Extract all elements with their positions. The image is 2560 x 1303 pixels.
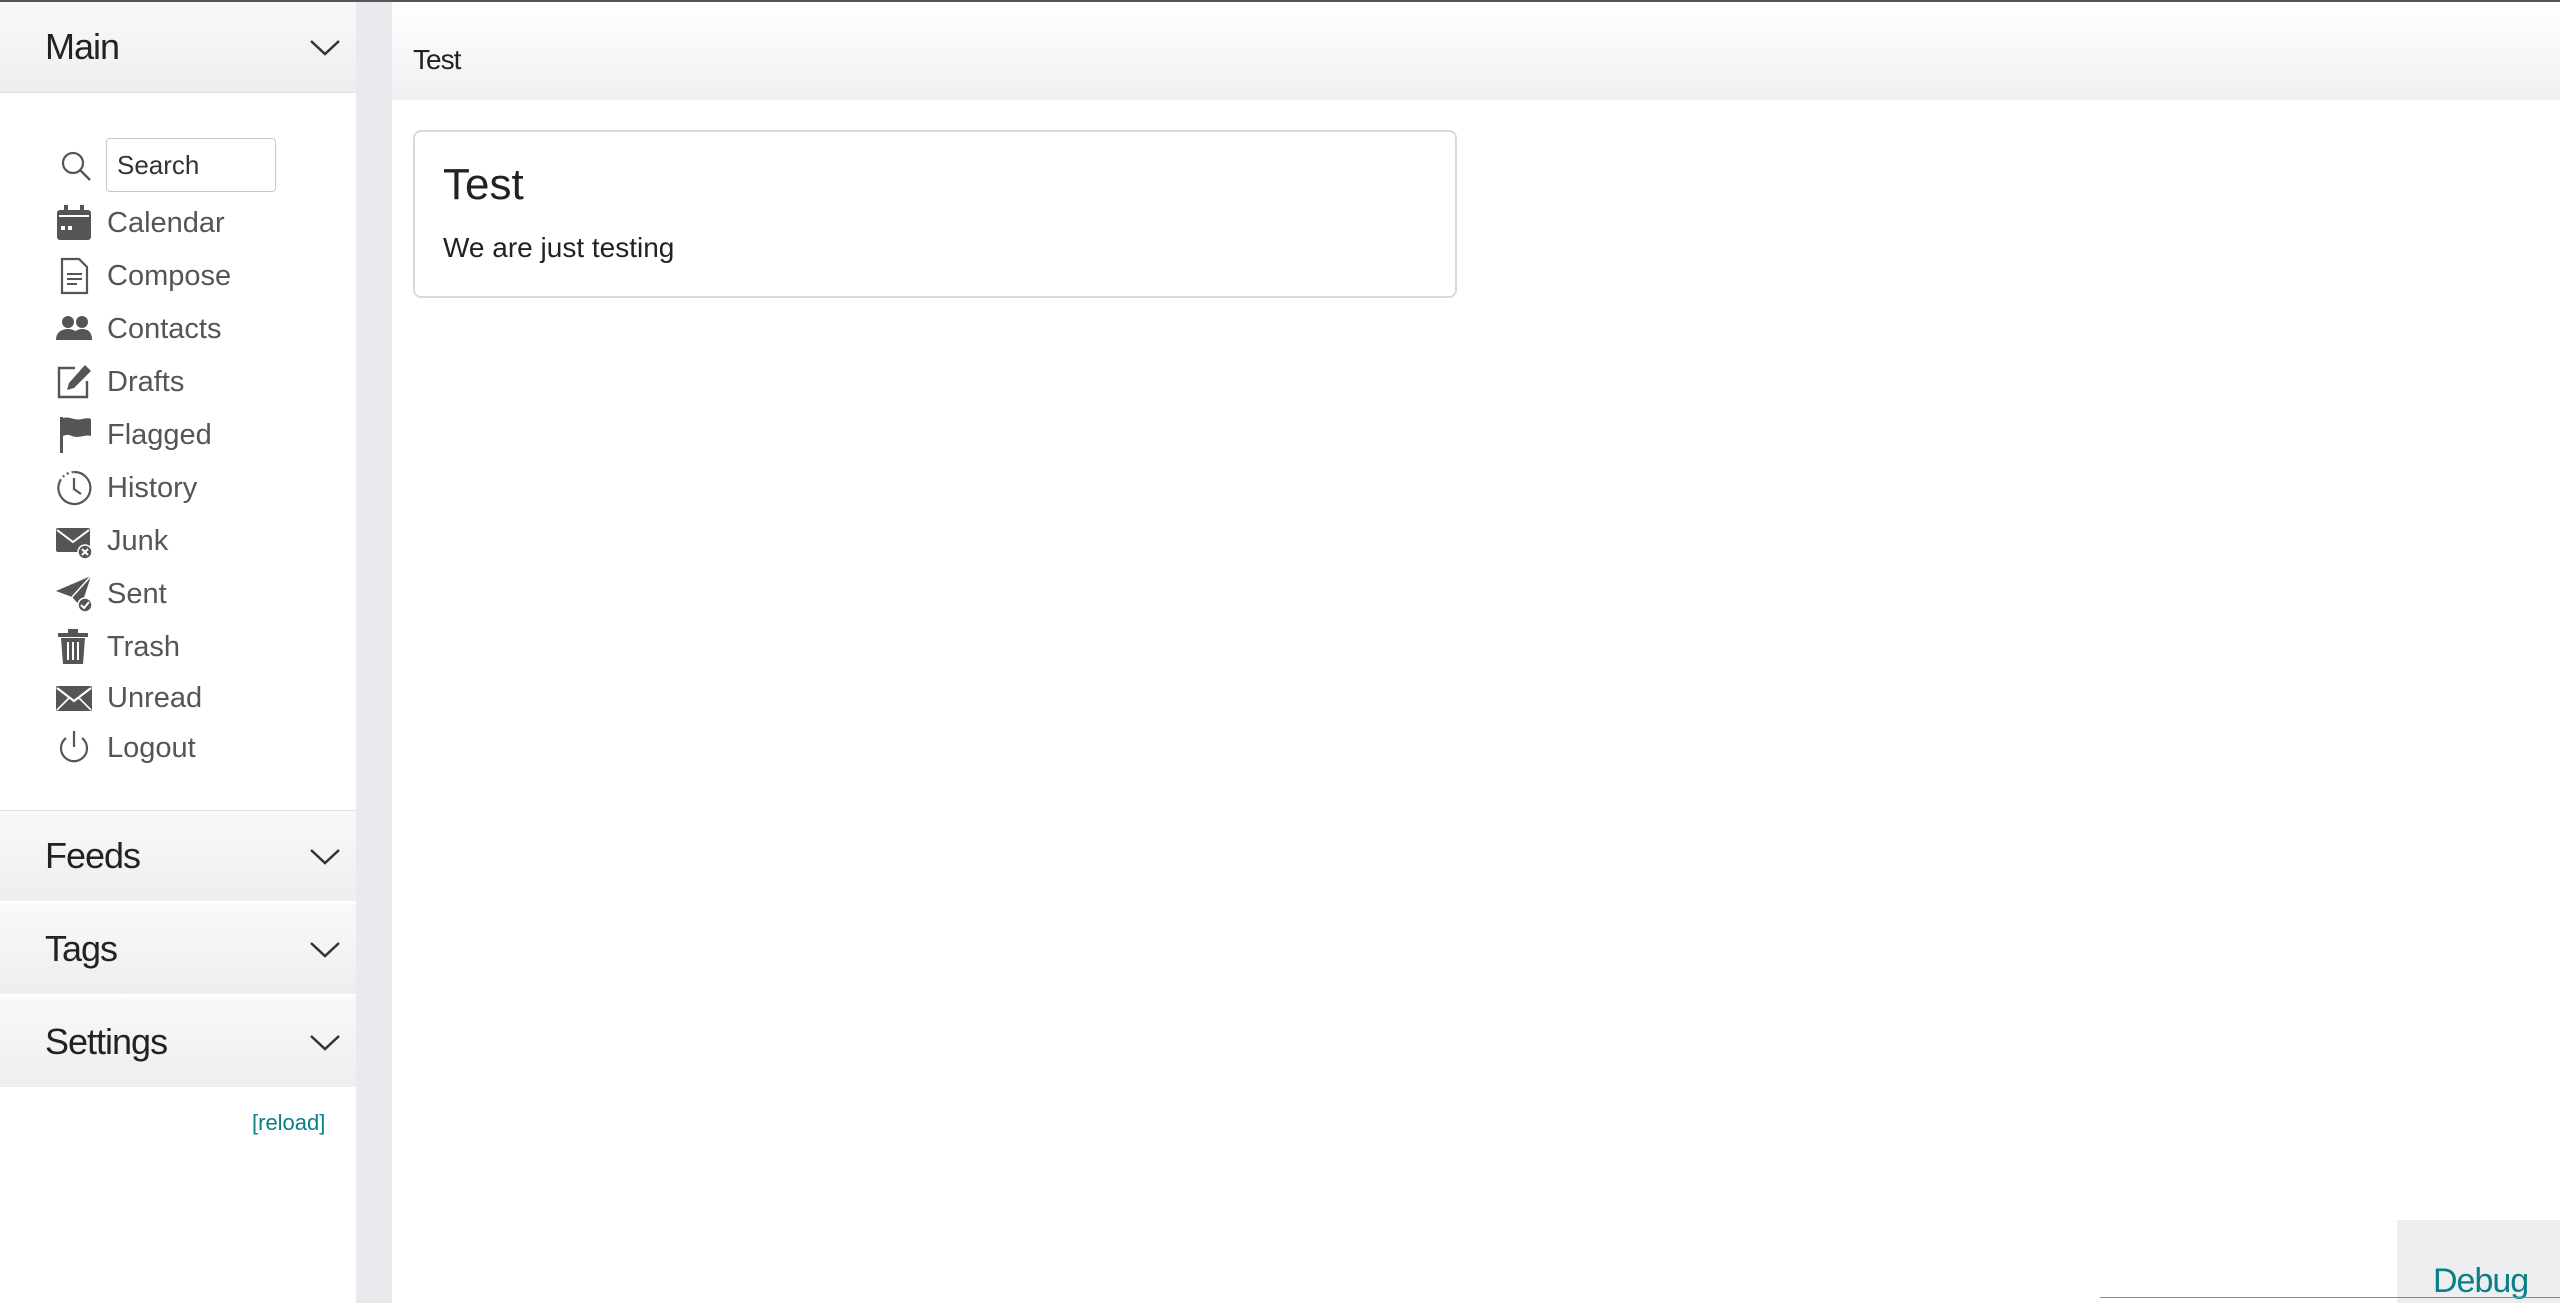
sidebar-item-sent[interactable]: Sent — [0, 569, 356, 621]
clock-icon — [57, 470, 92, 506]
envelope-icon — [56, 686, 92, 711]
sidebar-item-calendar[interactable]: Calendar — [0, 198, 356, 250]
sidebar-item-history[interactable]: History — [0, 463, 356, 515]
sidebar-item-flagged[interactable]: Flagged — [0, 410, 356, 462]
card-body: We are just testing — [443, 232, 675, 263]
envelope-x-icon — [56, 528, 93, 560]
sidebar-item-trash[interactable]: Trash — [0, 622, 356, 674]
debug-link[interactable]: Debug — [2433, 1262, 2529, 1301]
flag-icon — [60, 417, 91, 453]
sidebar-item-label: History — [107, 472, 198, 504]
sidebar-item-label: Calendar — [107, 207, 225, 239]
sidebar-item-compose[interactable]: Compose — [0, 251, 356, 303]
search-icon — [61, 151, 91, 181]
sidebar-item-label: Junk — [107, 525, 169, 557]
calendar-icon — [57, 205, 91, 240]
chevron-down-icon — [310, 1035, 340, 1051]
sidebar: Main Calendar Compos — [0, 2, 356, 1303]
section-title: Feeds — [45, 835, 141, 876]
card-title: Test — [443, 160, 524, 209]
sidebar-item-logout[interactable]: Logout — [0, 723, 356, 775]
sidebar-item-label: Flagged — [107, 419, 212, 451]
chevron-down-icon — [310, 942, 340, 958]
sidebar-item-drafts[interactable]: Drafts — [0, 357, 356, 409]
section-title: Tags — [45, 928, 118, 969]
search-input[interactable] — [106, 138, 276, 192]
power-icon — [59, 731, 89, 763]
sidebar-item-label: Unread — [107, 682, 203, 714]
section-header-settings[interactable]: Settings — [0, 997, 356, 1087]
content-header: Test — [392, 2, 2560, 100]
pencil-square-icon — [57, 365, 91, 399]
debug-divider — [2100, 1297, 2560, 1298]
divider — [0, 92, 356, 93]
message-card: Test We are just testing — [413, 130, 1457, 298]
sidebar-item-unread[interactable]: Unread — [0, 673, 356, 725]
sidebar-item-label: Trash — [107, 631, 181, 663]
chevron-down-icon — [310, 849, 340, 865]
section-header-feeds[interactable]: Feeds — [0, 811, 356, 901]
section-header-tags[interactable]: Tags — [0, 904, 356, 994]
sidebar-item-label: Logout — [107, 732, 196, 764]
document-icon — [60, 257, 89, 295]
sidebar-item-label: Contacts — [107, 313, 222, 345]
sidebar-gutter — [356, 2, 392, 1303]
sidebar-item-label: Compose — [107, 260, 232, 292]
send-check-icon — [56, 575, 93, 613]
reload-link[interactable]: [reload] — [252, 1110, 325, 1136]
trash-icon — [58, 629, 88, 664]
search-row — [0, 138, 356, 194]
section-title: Settings — [45, 1021, 168, 1062]
sidebar-item-contacts[interactable]: Contacts — [0, 304, 356, 356]
section-header-main[interactable]: Main — [0, 2, 356, 92]
page-title: Test — [413, 44, 461, 75]
chevron-down-icon — [310, 40, 340, 56]
sidebar-item-junk[interactable]: Junk — [0, 516, 356, 568]
sidebar-item-label: Sent — [107, 578, 167, 610]
sidebar-item-label: Drafts — [107, 366, 185, 398]
people-icon — [56, 316, 92, 340]
section-title: Main — [45, 26, 120, 67]
